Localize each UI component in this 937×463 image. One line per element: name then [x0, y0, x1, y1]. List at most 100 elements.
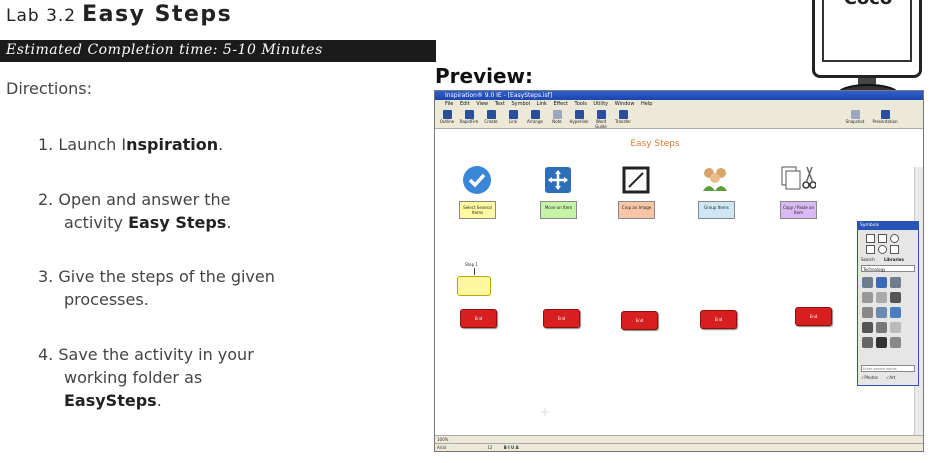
- symbols-search-input[interactable]: Enter search words: [861, 365, 915, 372]
- snapshot-button[interactable]: Snapshot: [845, 110, 865, 128]
- pda-symbol-icon[interactable]: [862, 337, 873, 348]
- status-bar: 100%: [435, 435, 923, 443]
- menu-edit[interactable]: Edit: [460, 101, 470, 107]
- select-several-items-box[interactable]: Select Several Items: [459, 201, 496, 219]
- menu-tools[interactable]: Tools: [575, 101, 587, 107]
- note-icon: [552, 110, 562, 119]
- lab-name: Easy Steps: [82, 2, 233, 27]
- link-button[interactable]: Link: [503, 110, 523, 128]
- copy-paste-scissors-icon[interactable]: [780, 163, 816, 193]
- step-arrow: [474, 268, 475, 275]
- crop-an-image-box[interactable]: Crop an Image: [618, 201, 655, 219]
- diagram-canvas[interactable]: Easy Steps Select Several Items Move an …: [435, 129, 923, 451]
- arrange-button[interactable]: Arrange: [525, 110, 545, 128]
- font-size-select[interactable]: 12: [487, 445, 492, 450]
- menu-window[interactable]: Window: [615, 101, 635, 107]
- shape-oval-icon[interactable]: [890, 234, 899, 243]
- monitor-label: Coco: [828, 0, 908, 9]
- menu-link[interactable]: Link: [537, 101, 547, 107]
- link-icon: [508, 110, 518, 119]
- mouse-symbol-icon[interactable]: [890, 322, 901, 333]
- shape-rect-icon[interactable]: [890, 245, 899, 254]
- symbols-title[interactable]: Symbols: [858, 222, 918, 230]
- group-items-box[interactable]: Group Items: [698, 201, 735, 219]
- symbols-palette: Symbols Search Libraries Technology Ente…: [857, 221, 919, 386]
- scanner-symbol-icon[interactable]: [876, 322, 887, 333]
- end-box-4[interactable]: End: [700, 310, 737, 329]
- disk-symbol-icon[interactable]: [890, 337, 901, 348]
- shape-oval-icon[interactable]: [878, 245, 887, 254]
- rapidfire-icon: [464, 110, 474, 119]
- outline-button[interactable]: Outline: [437, 110, 457, 128]
- end-box-1[interactable]: End: [460, 309, 497, 328]
- menu-symbol[interactable]: Symbol: [511, 101, 530, 107]
- device-symbol-icon[interactable]: [890, 292, 901, 303]
- presentation-icon: [880, 110, 890, 119]
- menu-file[interactable]: File: [445, 101, 453, 107]
- laptop-symbol-icon[interactable]: [862, 322, 873, 333]
- art-checkbox[interactable]: ✓Art: [886, 375, 895, 380]
- crop-icon[interactable]: [621, 165, 651, 195]
- empty-step-box[interactable]: [457, 276, 491, 296]
- transfer-icon: [618, 110, 628, 119]
- crosshair-cursor-icon: +: [540, 405, 551, 419]
- end-box-3[interactable]: End: [621, 311, 658, 330]
- computer-symbol-icon[interactable]: [862, 277, 873, 288]
- hyperlink-button[interactable]: Hyperlink: [569, 110, 589, 128]
- app-toolbar: Outline RapidFire Create Link Arrange No…: [435, 108, 923, 129]
- phone-symbol-icon[interactable]: [862, 292, 873, 303]
- end-box-5[interactable]: End: [795, 307, 832, 326]
- menu-effect[interactable]: Effect: [554, 101, 568, 107]
- shape-rect-icon[interactable]: [866, 245, 875, 254]
- menu-utility[interactable]: Utility: [593, 101, 608, 107]
- arrange-icon: [530, 110, 540, 119]
- note-button[interactable]: Note: [547, 110, 567, 128]
- laptop-open-symbol-icon[interactable]: [876, 337, 887, 348]
- checkmark-icon[interactable]: [462, 165, 492, 195]
- menu-view[interactable]: View: [476, 101, 488, 107]
- preview-label: Preview:: [435, 64, 534, 88]
- app-menubar: File Edit View Text Symbol Link Effect T…: [435, 100, 923, 108]
- estimated-time: Estimated Completion time: 5-10 Minutes: [6, 42, 323, 58]
- camera-symbol-icon[interactable]: [876, 307, 887, 318]
- move-arrows-icon[interactable]: [543, 165, 573, 195]
- globe-symbol-icon[interactable]: [890, 307, 901, 318]
- hyperlink-icon: [574, 110, 584, 119]
- app-window: Inspiration® 9.0 IE - [EasySteps.isf] Fi…: [434, 90, 924, 452]
- shape-rect-icon[interactable]: [866, 234, 875, 243]
- transfer-button[interactable]: Transfer: [613, 110, 633, 128]
- format-buttons[interactable]: B I U A: [504, 445, 519, 450]
- shape-rect-icon[interactable]: [878, 234, 887, 243]
- formatting-bar: Arial 12 B I U A: [435, 443, 923, 451]
- font-select[interactable]: Arial: [437, 445, 446, 450]
- step-1-link-label[interactable]: Step 1: [465, 262, 478, 267]
- rapidfire-button[interactable]: RapidFire: [459, 110, 479, 128]
- word-guide-button[interactable]: Word Guide: [591, 110, 611, 129]
- lab-title: Lab 3.2 Easy Steps: [6, 2, 232, 27]
- presentation-button[interactable]: Presentation: [871, 110, 899, 128]
- menu-text[interactable]: Text: [495, 101, 505, 107]
- monitor-symbol-icon[interactable]: [876, 277, 887, 288]
- symbols-search-tab[interactable]: Search: [861, 257, 875, 262]
- snapshot-icon: [850, 110, 860, 119]
- menu-help[interactable]: Help: [641, 101, 652, 107]
- move-an-item-box[interactable]: Move an Item: [540, 201, 577, 219]
- step-3: 3. Give the steps of the given processes…: [38, 267, 275, 309]
- photos-checkbox[interactable]: ✓Photos: [861, 375, 878, 380]
- printer-symbol-icon[interactable]: [890, 277, 901, 288]
- create-button[interactable]: Create: [481, 110, 501, 128]
- zoom-level[interactable]: 100%: [437, 437, 448, 442]
- word-guide-icon: [596, 110, 606, 119]
- end-box-2[interactable]: End: [543, 309, 580, 328]
- tower-symbol-icon[interactable]: [862, 307, 873, 318]
- step-2: 2. Open and answer the activity Easy Ste…: [38, 190, 232, 232]
- copy-paste-item-box[interactable]: Copy / Paste an Item: [780, 201, 817, 219]
- diagram-title[interactable]: Easy Steps: [435, 139, 875, 149]
- app-titlebar[interactable]: Inspiration® 9.0 IE - [EasySteps.isf]: [435, 91, 923, 100]
- symbols-libraries-tab[interactable]: Libraries: [884, 257, 904, 262]
- symbols-category-select[interactable]: Technology: [861, 265, 915, 272]
- step-1: 1. Launch Inspiration.: [38, 135, 224, 154]
- group-people-icon[interactable]: [700, 163, 730, 193]
- step-4: 4. Save the activity in your working fol…: [38, 345, 254, 410]
- cable-symbol-icon[interactable]: [876, 292, 887, 303]
